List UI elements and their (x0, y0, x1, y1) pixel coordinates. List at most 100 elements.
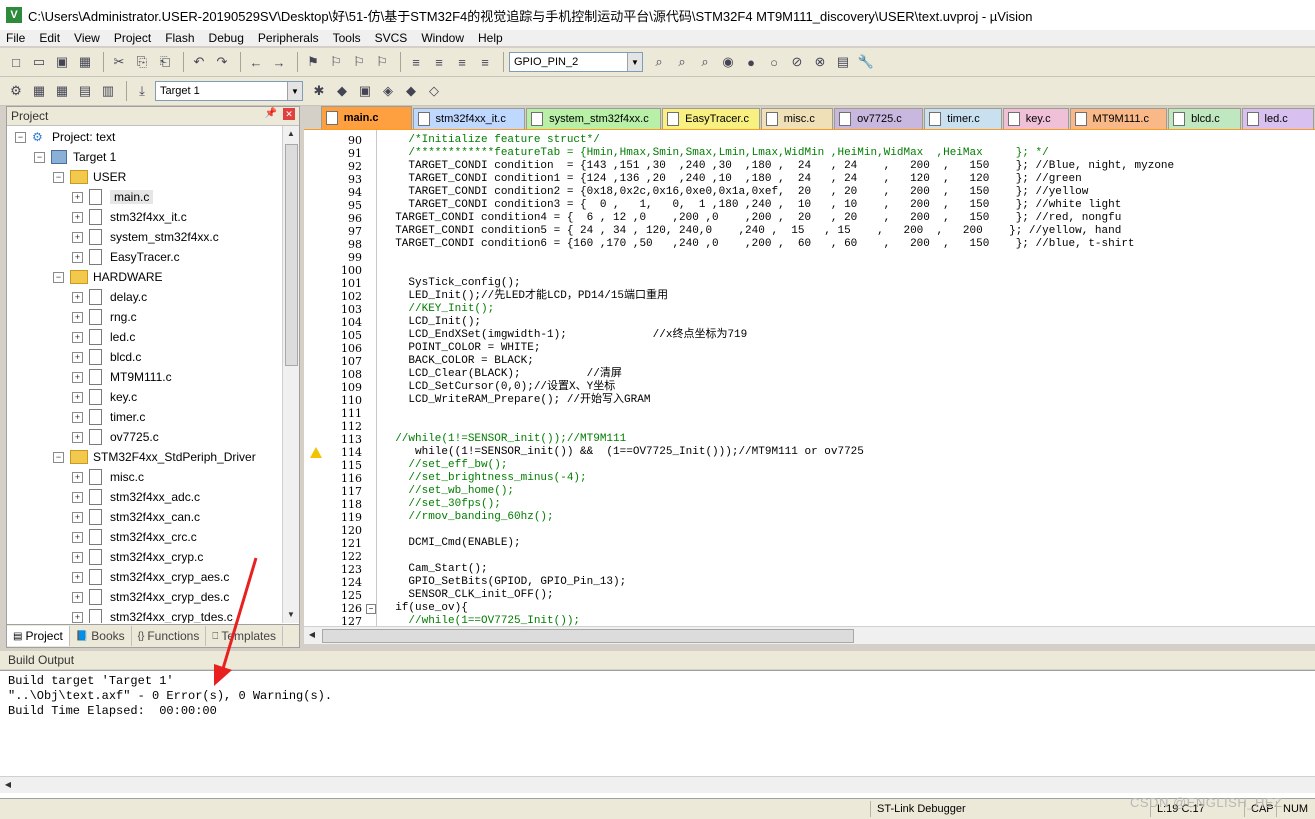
chevron-down-icon[interactable]: ▼ (287, 82, 302, 100)
unindent-icon[interactable]: ≡ (429, 52, 449, 72)
tree-file-item[interactable]: + stm32f4xx_cryp.c (72, 547, 203, 567)
menu-window[interactable]: Window (421, 31, 464, 45)
menu-file[interactable]: File (6, 31, 25, 45)
file-tab-system-stm32f4xx-c[interactable]: system_stm32f4xx.c (526, 108, 662, 129)
nav-back-icon[interactable]: ← (246, 52, 266, 72)
tree-file-item[interactable]: + stm32f4xx_can.c (72, 507, 200, 527)
kill-breakpoints-icon[interactable]: ⊘ (787, 52, 807, 72)
tree-file-item[interactable]: + timer.c (72, 407, 145, 427)
tree-file-item[interactable]: + stm32f4xx_cryp_aes.c (72, 567, 229, 587)
tree-file-item[interactable]: + key.c (72, 387, 137, 407)
window-layout-icon[interactable]: ▤ (833, 52, 853, 72)
file-tab-mt9m111-c[interactable]: MT9M111.c (1069, 108, 1168, 129)
editor-horizontal-scrollbar[interactable]: ◀ (304, 626, 1315, 644)
file-tab-easytracer-c[interactable]: EasyTracer.c (662, 108, 760, 129)
file-tab-blcd-c[interactable]: blcd.c (1168, 108, 1241, 129)
undo-icon[interactable]: ↶ (189, 52, 209, 72)
paste-icon[interactable]: ⎗ (155, 52, 175, 72)
expand-icon[interactable]: + (72, 611, 83, 623)
bookmark-icon[interactable]: ⚑ (303, 52, 323, 72)
copy-icon[interactable]: ⎘ (132, 52, 152, 72)
tab-functions[interactable]: {} Functions (132, 626, 207, 646)
expand-icon[interactable]: + (72, 191, 83, 203)
target-combo[interactable]: Target 1 ▼ (155, 81, 303, 101)
stop-build-icon[interactable]: ▥ (98, 81, 118, 101)
expand-icon[interactable]: + (72, 291, 83, 303)
menu-svcs[interactable]: SVCS (375, 31, 408, 45)
expand-icon[interactable]: + (72, 391, 83, 403)
expand-icon[interactable]: + (72, 311, 83, 323)
tree-file-item[interactable]: + blcd.c (72, 347, 141, 367)
menu-debug[interactable]: Debug (209, 31, 244, 45)
build-icon[interactable]: ▦ (29, 81, 49, 101)
redo-icon[interactable]: ↷ (212, 52, 232, 72)
tab-templates[interactable]: ⎕ Templates (206, 626, 284, 646)
expand-icon[interactable]: + (72, 491, 83, 503)
tree-group-item[interactable]: − STM32F4xx_StdPeriph_Driver (53, 447, 256, 467)
debug-session-icon[interactable]: ◉ (718, 52, 738, 72)
collapse-icon[interactable]: − (53, 171, 64, 183)
rebuild-icon[interactable]: ▦ (52, 81, 72, 101)
tree-file-item[interactable]: + rng.c (72, 307, 137, 327)
fold-collapse-icon[interactable]: − (366, 604, 376, 614)
incremental-find-icon[interactable]: ⌕ (695, 52, 715, 72)
pin-icon[interactable]: 📌 (265, 108, 277, 120)
tab-books[interactable]: 📘 Books (70, 626, 132, 646)
close-icon[interactable]: ✕ (283, 108, 295, 120)
clear-bookmarks-icon[interactable]: ⚐ (372, 52, 392, 72)
menu-tools[interactable]: Tools (333, 31, 361, 45)
tree-project-item[interactable]: − ⚙ Project: text (15, 127, 115, 147)
cut-icon[interactable]: ✂ (109, 52, 129, 72)
tree-file-item[interactable]: + ov7725.c (72, 427, 159, 447)
tree-file-item[interactable]: + misc.c (72, 467, 144, 487)
code-editor[interactable]: 90 /*Initialize feature struct*/91 /****… (304, 129, 1315, 627)
tree-file-item[interactable]: + stm32f4xx_crc.c (72, 527, 197, 547)
menu-project[interactable]: Project (114, 31, 151, 45)
expand-icon[interactable]: + (72, 591, 83, 603)
save-icon[interactable]: ▣ (52, 52, 72, 72)
menu-help[interactable]: Help (478, 31, 503, 45)
scroll-up-icon[interactable]: ▲ (283, 126, 299, 142)
file-tab-main-c[interactable]: main.c (320, 106, 412, 129)
expand-icon[interactable]: + (72, 371, 83, 383)
expand-icon[interactable]: + (72, 231, 83, 243)
target-options-icon[interactable]: ✱ (309, 81, 329, 101)
tree-file-item[interactable]: + stm32f4xx_it.c (72, 207, 187, 227)
save-all-icon[interactable]: ▦ (75, 52, 95, 72)
expand-icon[interactable]: + (72, 331, 83, 343)
prev-bookmark-icon[interactable]: ⚐ (326, 52, 346, 72)
warning-icon[interactable] (310, 447, 322, 458)
rte-icon[interactable]: ◇ (424, 81, 444, 101)
tree-group-item[interactable]: − HARDWARE (53, 267, 163, 287)
collapse-icon[interactable]: − (53, 271, 64, 283)
expand-icon[interactable]: + (72, 471, 83, 483)
tree-group-item[interactable]: − USER (53, 167, 126, 187)
menu-peripherals[interactable]: Peripherals (258, 31, 319, 45)
breakpoint-icon[interactable]: ● (741, 52, 761, 72)
select-packs-icon[interactable]: ▣ (355, 81, 375, 101)
find-icon[interactable]: ⌕ (672, 52, 692, 72)
expand-icon[interactable]: + (72, 571, 83, 583)
tree-target-item[interactable]: − Target 1 (34, 147, 116, 167)
expand-icon[interactable]: + (72, 511, 83, 523)
disable-breakpoint-icon[interactable]: ○ (764, 52, 784, 72)
tree-file-item[interactable]: + led.c (72, 327, 135, 347)
tree-file-item[interactable]: + system_stm32f4xx.c (72, 227, 219, 247)
find-combo[interactable]: GPIO_PIN_2 ▼ (509, 52, 643, 72)
scrollbar-thumb[interactable] (322, 629, 854, 643)
expand-icon[interactable]: + (72, 431, 83, 443)
comment-icon[interactable]: ≡ (452, 52, 472, 72)
expand-icon[interactable]: + (72, 351, 83, 363)
scroll-left-icon[interactable]: ◀ (0, 777, 16, 793)
collapse-icon[interactable]: − (34, 151, 45, 163)
expand-icon[interactable]: + (72, 251, 83, 263)
collapse-icon[interactable]: − (53, 451, 64, 463)
file-tab-timer-c[interactable]: timer.c (924, 108, 1002, 129)
manage-components-icon[interactable]: ◆ (332, 81, 352, 101)
open-file-icon[interactable]: ▭ (29, 52, 49, 72)
menu-view[interactable]: View (74, 31, 100, 45)
pack-installer-icon[interactable]: ◆ (401, 81, 421, 101)
file-tab-stm32f4xx-it-c[interactable]: stm32f4xx_it.c (412, 108, 526, 129)
tree-file-item[interactable]: + main.c (72, 187, 154, 207)
scroll-left-icon[interactable]: ◀ (304, 627, 320, 643)
